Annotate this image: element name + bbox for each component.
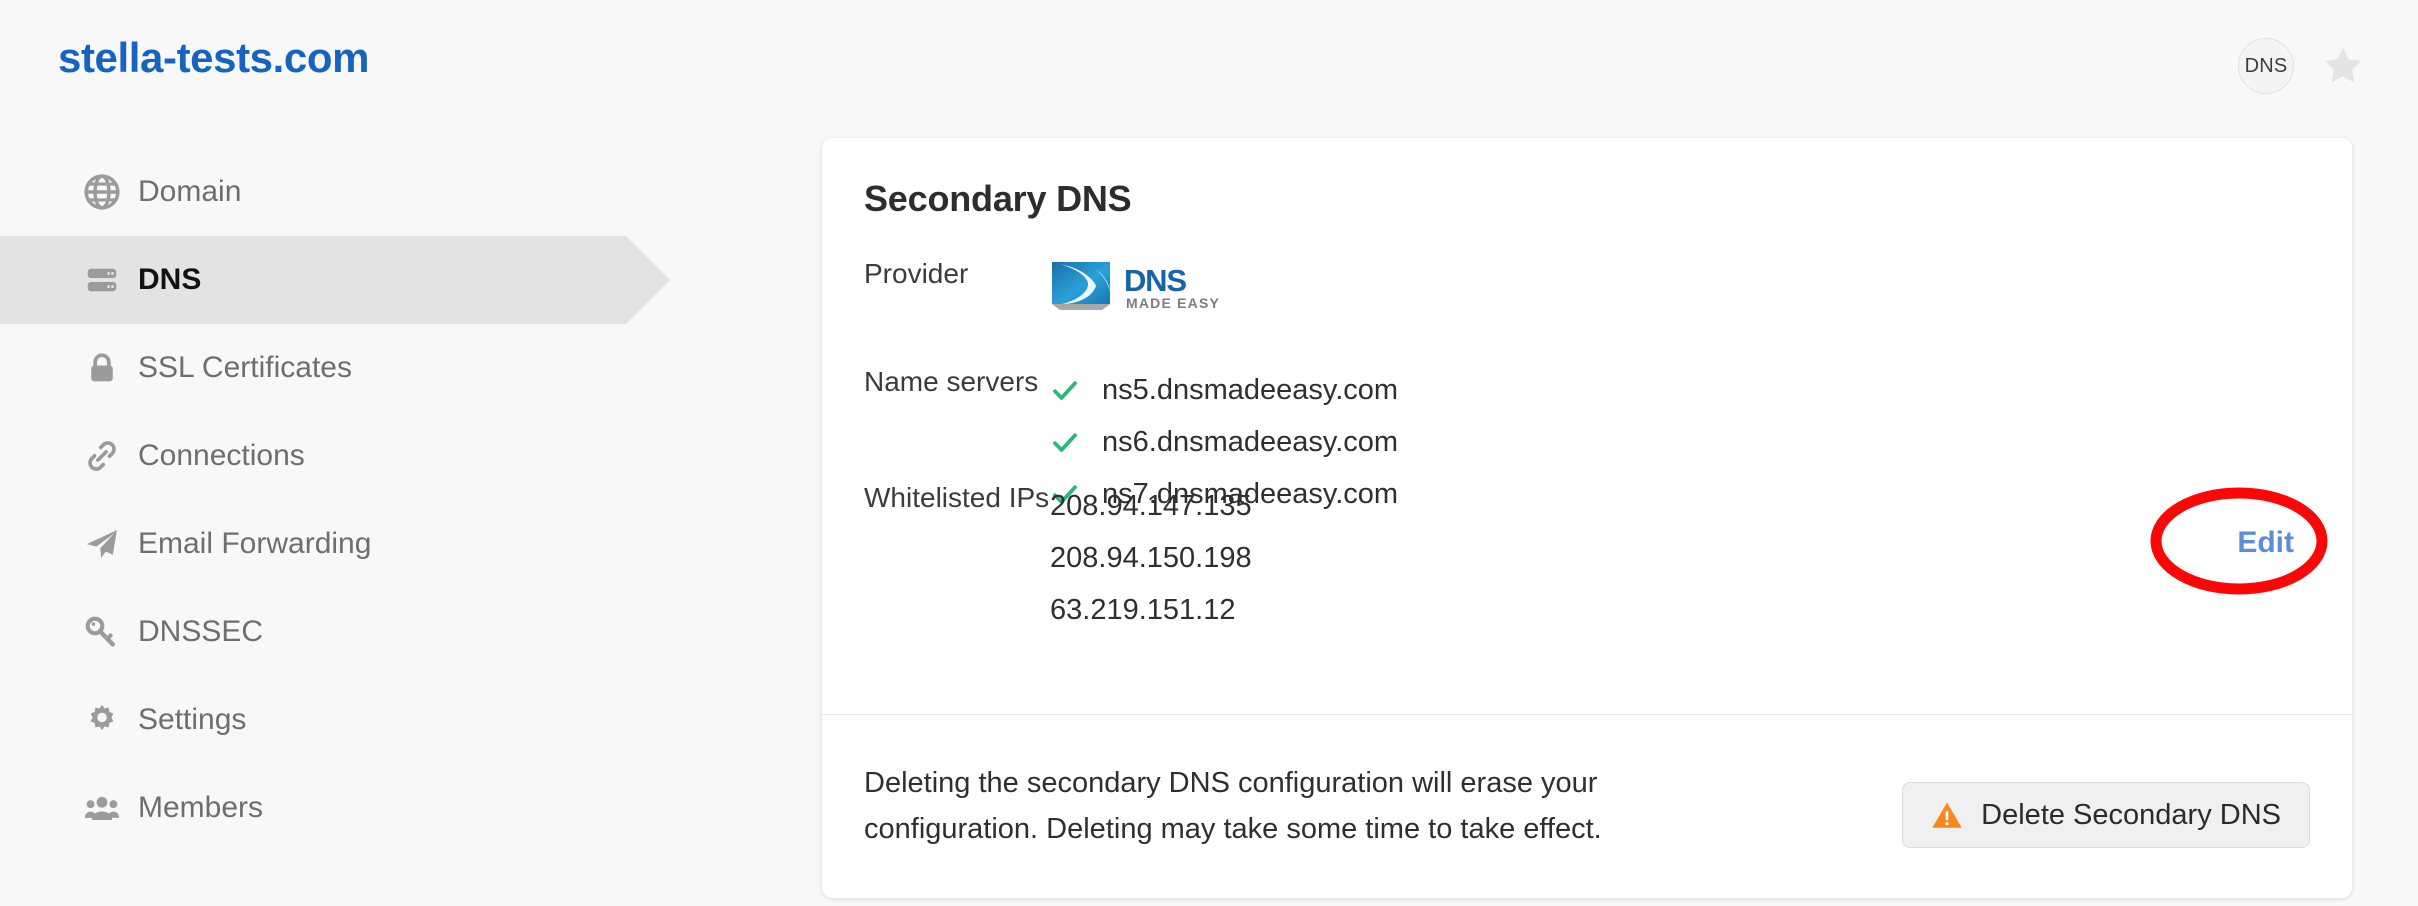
- nameservers-row: Name servers ns5.dnsmadeeasy.com ns6.dns…: [864, 366, 1398, 510]
- sidebar-item-label: Connections: [138, 439, 305, 472]
- delete-button-label: Delete Secondary DNS: [1981, 798, 2281, 831]
- provider-row: Provider DNS MADE EASY: [864, 258, 1219, 311]
- key-icon: [82, 612, 122, 652]
- sidebar-item-members[interactable]: Members: [0, 764, 626, 852]
- check-icon: [1053, 433, 1077, 452]
- divider: [822, 714, 2352, 715]
- star-icon[interactable]: [2320, 43, 2366, 89]
- sidebar-item-label: Settings: [138, 703, 247, 736]
- domain-title[interactable]: stella-tests.com: [58, 34, 369, 82]
- server-icon: [82, 260, 122, 300]
- list-item: ns5.dnsmadeeasy.com: [1050, 366, 1398, 414]
- edit-button[interactable]: Edit: [2237, 526, 2294, 560]
- list-item: 208.94.147.135: [1050, 490, 1252, 522]
- people-icon: [82, 788, 122, 828]
- nameserver-name: ns5.dnsmadeeasy.com: [1102, 373, 1399, 406]
- sidebar-item-ssl-certificates[interactable]: SSL Certificates: [0, 324, 626, 412]
- provider-value: DNS MADE EASY: [1050, 258, 1260, 316]
- link-icon: [82, 436, 122, 476]
- sidebar-item-domain[interactable]: Domain: [0, 148, 626, 236]
- globe-icon: [82, 172, 122, 212]
- lock-icon: [82, 348, 122, 388]
- secondary-dns-card: Secondary DNS Provider DNS MADE EASY Nam…: [822, 138, 2352, 898]
- sidebar-item-settings[interactable]: Settings: [0, 676, 626, 764]
- dns-made-easy-logo: DNS MADE EASY: [1050, 258, 1260, 316]
- nameservers-label: Name servers: [864, 366, 1039, 397]
- check-icon: [1053, 381, 1077, 400]
- sidebar-item-label: Members: [138, 791, 264, 824]
- delete-secondary-dns-button[interactable]: Delete Secondary DNS: [1902, 782, 2310, 848]
- sidebar-item-email-forwarding[interactable]: Email Forwarding: [0, 500, 626, 588]
- nameserver-name: ns6.dnsmadeeasy.com: [1102, 425, 1399, 458]
- whitelisted-ips-label: Whitelisted IPs: [864, 482, 1050, 513]
- delete-description: Deleting the secondary DNS configuration…: [864, 767, 1602, 845]
- list-item: 63.219.151.12: [1050, 594, 1236, 626]
- whitelisted-ips-list: 208.94.147.135 208.94.150.198 63.219.151…: [1050, 482, 1252, 638]
- sidebar-item-label: Domain: [138, 175, 242, 208]
- sidebar-item-dnssec[interactable]: DNSSEC: [0, 588, 626, 676]
- sidebar-item-connections[interactable]: Connections: [0, 412, 626, 500]
- header-actions: DNS: [2238, 38, 2366, 94]
- provider-label: Provider: [864, 258, 969, 289]
- page-title: Secondary DNS: [864, 178, 1132, 219]
- svg-text:MADE EASY: MADE EASY: [1126, 295, 1220, 311]
- paper-plane-icon: [82, 524, 122, 564]
- sidebar-item-label: Email Forwarding: [138, 527, 372, 560]
- list-item: 208.94.150.198: [1050, 542, 1252, 574]
- sidebar-item-label: SSL Certificates: [138, 351, 352, 384]
- sidebar-item-label: DNS: [138, 263, 202, 296]
- sidebar-item-dns[interactable]: DNS: [0, 236, 670, 324]
- page-header: stella-tests.com DNS: [0, 0, 2418, 130]
- account-badge[interactable]: DNS: [2238, 38, 2294, 94]
- list-item: ns6.dnsmadeeasy.com: [1050, 418, 1398, 466]
- sidebar: Domain DNS SSL Certificates Connections …: [0, 148, 740, 852]
- whitelisted-ips-row: Whitelisted IPs 208.94.147.135 208.94.15…: [864, 482, 1252, 626]
- gear-icon: [82, 700, 122, 740]
- svg-text:DNS: DNS: [1124, 263, 1186, 298]
- warning-icon: [1932, 802, 1962, 828]
- sidebar-item-label: DNSSEC: [138, 615, 264, 648]
